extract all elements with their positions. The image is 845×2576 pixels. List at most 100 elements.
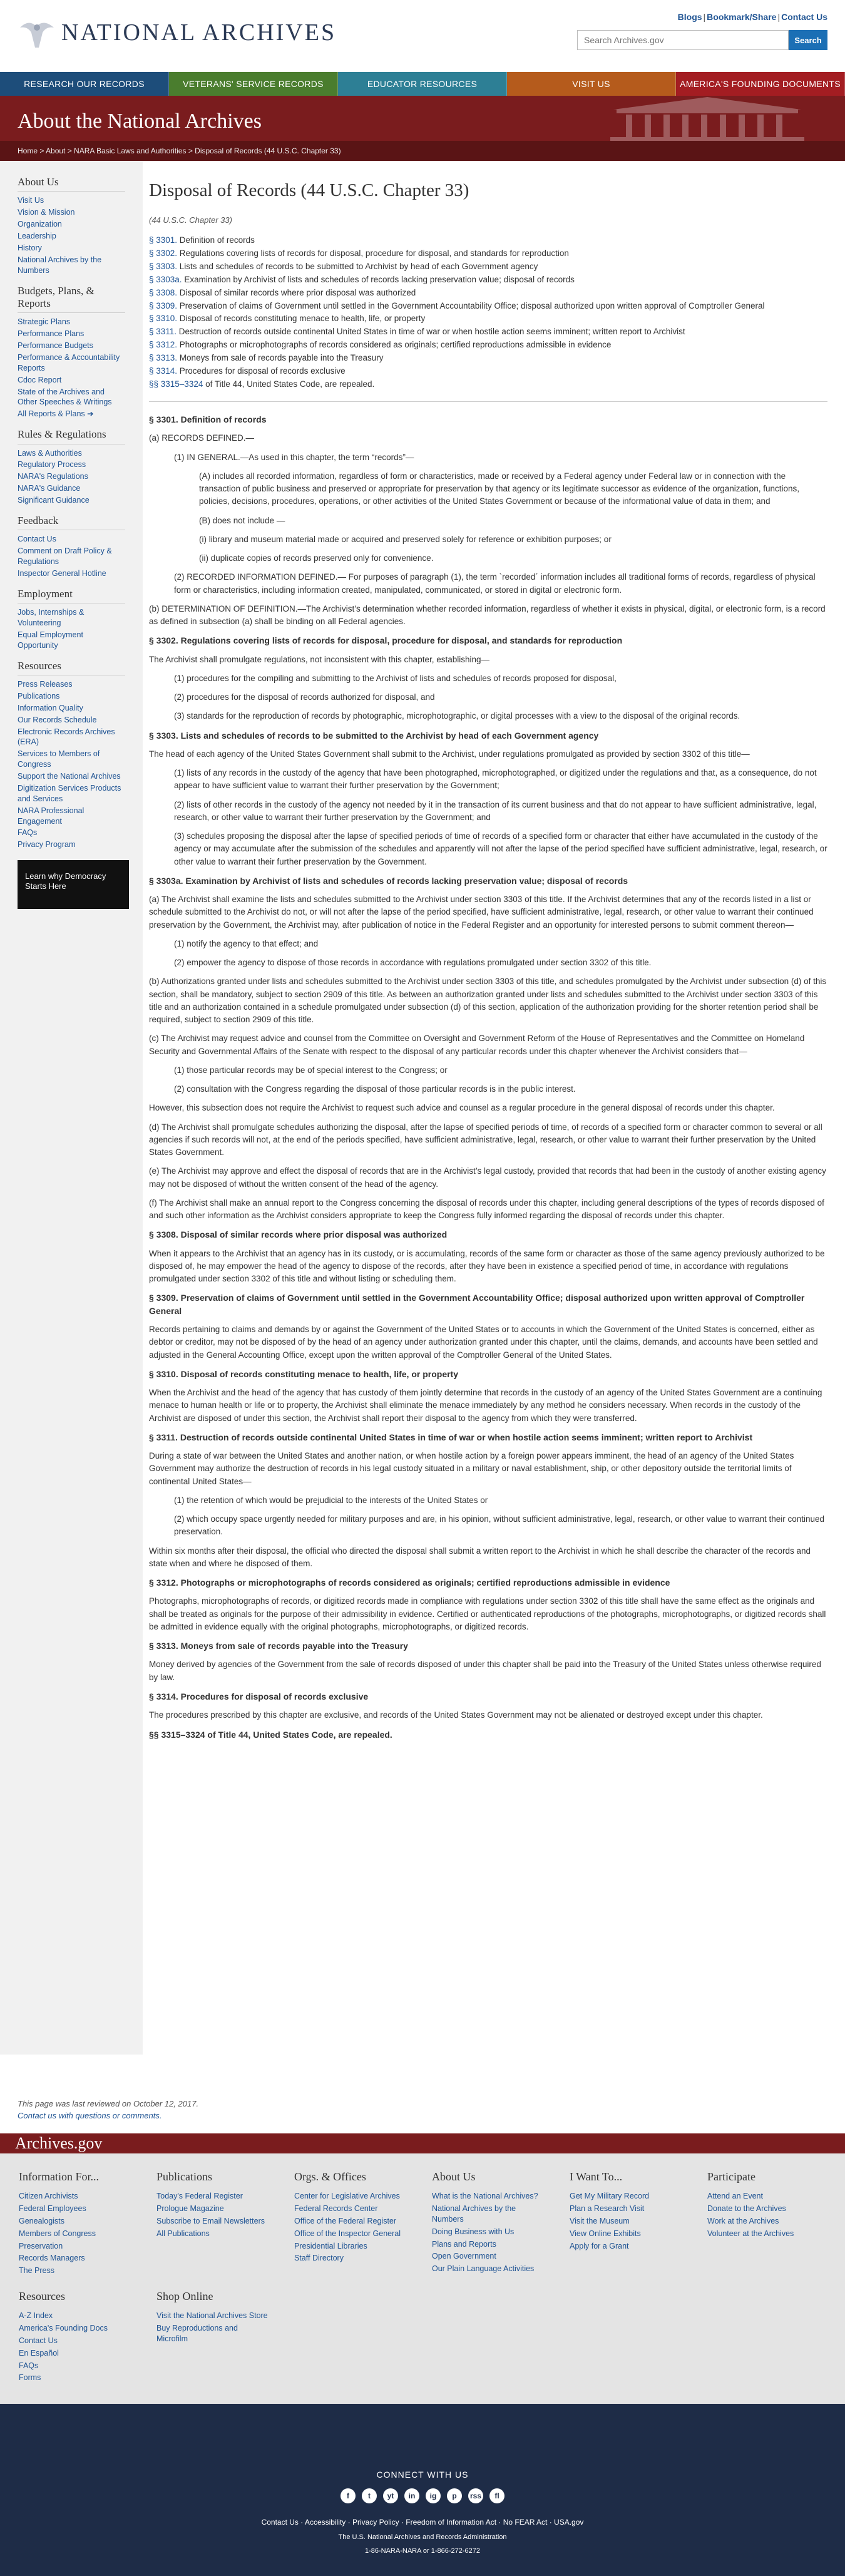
footer-link[interactable]: Visit the Museum [570,2216,682,2227]
social-icon[interactable]: rss [468,2488,483,2504]
footer-link[interactable]: Federal Records Center [294,2204,407,2214]
sidebar-link[interactable]: Press Releases [18,679,125,690]
sidebar-link[interactable]: Visit Us [18,195,125,206]
footer-link[interactable]: America's Founding Docs [19,2323,131,2334]
footer-link[interactable]: Presidential Libraries [294,2241,407,2252]
footer-link[interactable]: Visit the National Archives Store [156,2311,269,2321]
footer-brand[interactable]: Archives.gov [0,2133,845,2153]
toc-link[interactable]: § 3308. [149,288,177,297]
social-icon[interactable]: in [404,2488,419,2504]
footer-link[interactable]: Citizen Archivists [19,2191,131,2202]
sidebar-link[interactable]: Contact Us [18,534,125,545]
sidebar-link[interactable]: NARA's Guidance [18,483,125,494]
footer-link[interactable]: Open Government [432,2251,545,2262]
toc-link[interactable]: § 3303. [149,262,177,271]
toc-link[interactable]: § 3312. [149,340,177,349]
nav-item[interactable]: VETERANS' SERVICE RECORDS [169,72,338,96]
sidebar-link[interactable]: History [18,243,125,254]
social-icon[interactable]: p [447,2488,462,2504]
toc-link[interactable]: § 3301. [149,235,177,245]
toc-link[interactable]: § 3313. [149,353,177,362]
footer-link[interactable]: What is the National Archives? [432,2191,545,2202]
footer-link[interactable]: Federal Employees [19,2204,131,2214]
sidebar-link[interactable]: Leadership [18,231,125,242]
footer-link[interactable]: Office of the Inspector General [294,2229,407,2239]
footer-link[interactable]: En Español [19,2348,131,2359]
sidebar-link[interactable]: Inspector General Hotline [18,568,125,579]
sidebar-link[interactable]: NARA Professional Engagement [18,806,125,827]
footer-link[interactable]: View Online Exhibits [570,2229,682,2239]
sidebar-link[interactable]: State of the Archives and Other Speeches… [18,387,125,408]
sidebar-link[interactable]: Cdoc Report [18,375,125,386]
footer-link[interactable]: All Publications [156,2229,269,2239]
blogs-link[interactable]: Blogs [678,12,702,22]
sidebar-link[interactable]: NARA's Regulations [18,471,125,482]
footer-link[interactable]: National Archives by the Numbers [432,2204,545,2225]
footer-link[interactable]: Contact Us [19,2336,131,2346]
footer-policy-links[interactable]: Contact Us · Accessibility · Privacy Pol… [0,2517,845,2528]
sidebar-link[interactable]: Organization [18,219,125,230]
nav-item[interactable]: RESEARCH OUR RECORDS [0,72,169,96]
footer-link[interactable]: Attend an Event [707,2191,820,2202]
footer-link[interactable]: Prologue Magazine [156,2204,269,2214]
footer-link[interactable]: The Press [19,2266,131,2276]
sidebar-link[interactable]: Performance Budgets [18,341,125,351]
sidebar-link[interactable]: Support the National Archives [18,771,125,782]
sidebar-link[interactable]: Our Records Schedule [18,715,125,726]
nav-item[interactable]: VISIT US [507,72,676,96]
footer-link[interactable]: Work at the Archives [707,2216,820,2227]
social-icon[interactable]: t [362,2488,377,2504]
footer-link[interactable]: Buy Reproductions and Microfilm [156,2323,269,2344]
footer-link[interactable]: Forms [19,2373,131,2383]
footer-link[interactable]: Center for Legislative Archives [294,2191,407,2202]
sidebar-link[interactable]: Regulatory Process [18,459,125,470]
nav-item[interactable]: EDUCATOR RESOURCES [338,72,507,96]
sidebar-link[interactable]: Services to Members of Congress [18,749,125,770]
footer-link[interactable]: Doing Business with Us [432,2227,545,2237]
footer-link[interactable]: Genealogists [19,2216,131,2227]
breadcrumb-text[interactable]: Home > About > NARA Basic Laws and Autho… [18,146,341,155]
footer-link[interactable]: Preservation [19,2241,131,2252]
footer-link[interactable]: Plan a Research Visit [570,2204,682,2214]
footer-link[interactable]: Volunteer at the Archives [707,2229,820,2239]
footer-link[interactable]: Subscribe to Email Newsletters [156,2216,269,2227]
sidebar-link[interactable]: Publications [18,691,125,702]
nav-item[interactable]: AMERICA'S FOUNDING DOCUMENTS [676,72,845,96]
sidebar-link[interactable]: Comment on Draft Policy & Regulations [18,546,125,567]
toc-link[interactable]: § 3314. [149,366,177,376]
toc-link[interactable]: § 3311. [149,327,177,336]
sidebar-link[interactable]: Performance & Accountability Reports [18,352,125,374]
footer-link[interactable]: Plans and Reports [432,2239,545,2250]
toc-link[interactable]: § 3309. [149,301,177,310]
toc-link[interactable]: § 3310. [149,314,177,323]
social-icon[interactable]: fl [489,2488,504,2504]
footer-link[interactable]: FAQs [19,2361,131,2371]
social-icon[interactable]: ig [426,2488,441,2504]
toc-link[interactable]: § 3303a. [149,275,182,284]
sidebar-link[interactable]: All Reports & Plans ➔ [18,409,125,419]
bookmark-share-link[interactable]: Bookmark/Share [707,12,776,22]
sidebar-link[interactable]: Vision & Mission [18,207,125,218]
footer-link[interactable]: Records Managers [19,2253,131,2264]
sidebar-link[interactable]: National Archives by the Numbers [18,255,125,276]
sidebar-link[interactable]: Laws & Authorities [18,448,125,459]
sidebar-link[interactable]: Information Quality [18,703,125,714]
social-icon[interactable]: yt [383,2488,398,2504]
toc-link[interactable]: §§ 3315–3324 [149,379,203,389]
toc-link[interactable]: § 3302. [149,249,177,258]
contact-us-link[interactable]: Contact Us [781,12,827,22]
footer-link[interactable]: Staff Directory [294,2253,407,2264]
sidebar-link[interactable]: Jobs, Internships & Volunteering [18,607,125,629]
sidebar-link[interactable]: Performance Plans [18,329,125,339]
site-logo[interactable]: NATIONAL ARCHIVES [18,15,336,51]
sidebar-link[interactable]: Electronic Records Archives (ERA) [18,727,125,748]
footer-link[interactable]: Office of the Federal Register [294,2216,407,2227]
sidebar-link[interactable]: FAQs [18,828,125,838]
contact-link[interactable]: Contact us with questions or comments. [18,2111,162,2120]
social-icon[interactable]: f [341,2488,356,2504]
democracy-promo[interactable]: Learn why Democracy Starts Here [18,860,129,910]
footer-link[interactable]: A-Z Index [19,2311,131,2321]
sidebar-link[interactable]: Strategic Plans [18,317,125,327]
footer-link[interactable]: Members of Congress [19,2229,131,2239]
search-button[interactable]: Search [789,30,827,50]
